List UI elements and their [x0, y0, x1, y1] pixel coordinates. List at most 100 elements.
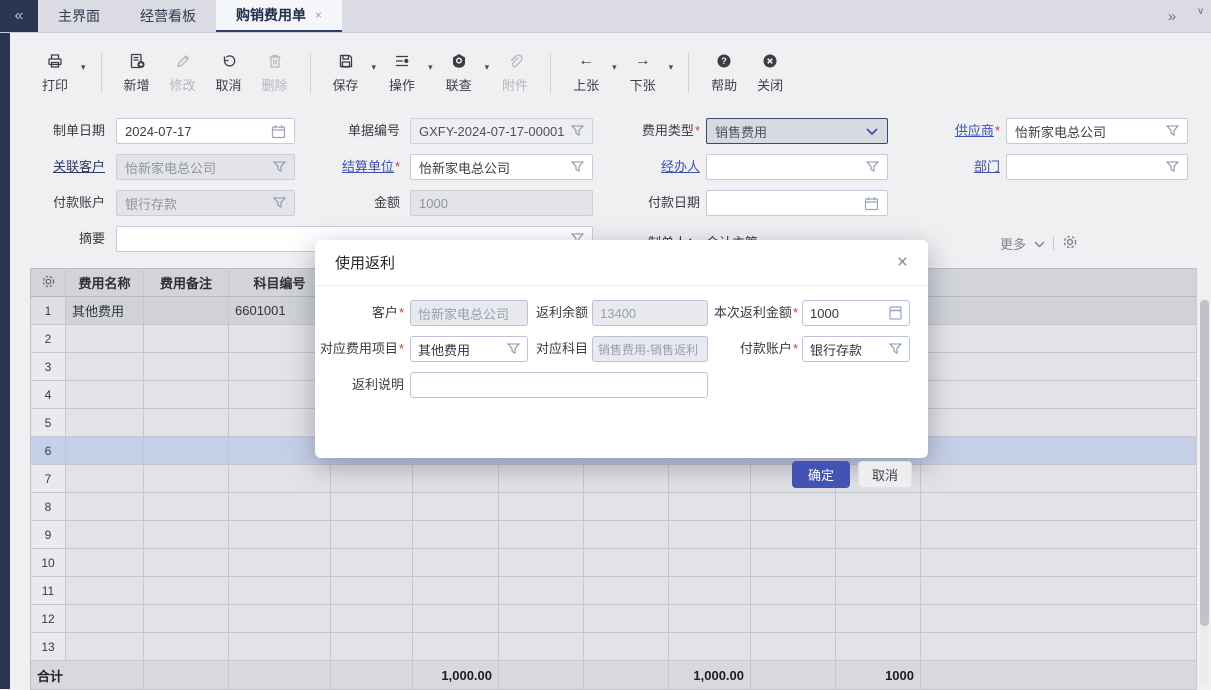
rebate-note-field[interactable]: [410, 372, 708, 398]
grid-cell[interactable]: [331, 549, 413, 577]
grid-cell[interactable]: [144, 381, 229, 409]
row-number[interactable]: 2: [31, 325, 66, 353]
ok-button[interactable]: 确定: [792, 461, 850, 488]
cancel-dialog-button[interactable]: 取消: [858, 461, 912, 488]
grid-cell[interactable]: [229, 577, 331, 605]
grid-cell[interactable]: [499, 521, 584, 549]
filter-icon[interactable]: [571, 125, 584, 137]
grid-cell[interactable]: [836, 549, 921, 577]
grid-cell[interactable]: 其他费用: [66, 297, 144, 325]
agent-field[interactable]: [706, 154, 888, 180]
grid-cell[interactable]: [413, 633, 499, 661]
filter-icon[interactable]: [507, 343, 520, 355]
grid-cell[interactable]: [751, 521, 836, 549]
grid-cell[interactable]: [66, 381, 144, 409]
more-button[interactable]: 更多: [1000, 234, 1026, 253]
department-field[interactable]: [1006, 154, 1188, 180]
supplier-field[interactable]: 怡新家电总公司: [1006, 118, 1188, 144]
calendar-icon[interactable]: [864, 196, 879, 211]
calculator-icon[interactable]: [889, 306, 902, 320]
grid-cell[interactable]: [499, 493, 584, 521]
grid-cell[interactable]: [836, 493, 921, 521]
col-expense-note[interactable]: 费用备注: [144, 269, 229, 297]
grid-cell[interactable]: [144, 297, 229, 325]
dialog-close-icon[interactable]: ×: [897, 253, 908, 272]
grid-cell[interactable]: [921, 633, 1197, 661]
grid-cell[interactable]: [584, 521, 669, 549]
grid-cell[interactable]: [921, 297, 1197, 325]
grid-cell[interactable]: [499, 465, 584, 493]
row-number[interactable]: 9: [31, 521, 66, 549]
grid-cell[interactable]: [669, 577, 751, 605]
grid-cell[interactable]: [229, 633, 331, 661]
grid-cell[interactable]: [144, 353, 229, 381]
grid-cell[interactable]: [921, 605, 1197, 633]
row-number[interactable]: 11: [31, 577, 66, 605]
grid-cell[interactable]: [751, 549, 836, 577]
grid-cell[interactable]: [921, 549, 1197, 577]
grid-cell[interactable]: [921, 381, 1197, 409]
table-row[interactable]: 9: [31, 521, 1197, 549]
row-number[interactable]: 7: [31, 465, 66, 493]
expense-item-field[interactable]: 其他费用: [410, 336, 528, 362]
grid-cell[interactable]: [66, 465, 144, 493]
grid-cell[interactable]: [66, 605, 144, 633]
grid-cell[interactable]: [144, 577, 229, 605]
grid-cell[interactable]: [66, 493, 144, 521]
table-row[interactable]: 8: [31, 493, 1197, 521]
grid-cell[interactable]: [921, 325, 1197, 353]
grid-cell[interactable]: [413, 465, 499, 493]
grid-cell[interactable]: [921, 437, 1197, 465]
grid-cell[interactable]: [66, 325, 144, 353]
vertical-scrollbar[interactable]: [1200, 298, 1209, 686]
grid-cell[interactable]: [66, 409, 144, 437]
grid-cell[interactable]: [144, 549, 229, 577]
filter-icon[interactable]: [889, 343, 902, 355]
grid-cell[interactable]: [499, 577, 584, 605]
chevron-down-icon[interactable]: [1034, 236, 1045, 251]
grid-cell[interactable]: [331, 633, 413, 661]
grid-cell[interactable]: [584, 605, 669, 633]
grid-cell[interactable]: [66, 549, 144, 577]
grid-cell[interactable]: [331, 493, 413, 521]
grid-cell[interactable]: [921, 353, 1197, 381]
grid-cell[interactable]: [144, 633, 229, 661]
grid-cell[interactable]: [144, 325, 229, 353]
grid-cell[interactable]: [584, 577, 669, 605]
row-number[interactable]: 13: [31, 633, 66, 661]
grid-cell[interactable]: [229, 493, 331, 521]
grid-cell[interactable]: [413, 521, 499, 549]
grid-cell[interactable]: [499, 549, 584, 577]
grid-cell[interactable]: [413, 549, 499, 577]
grid-cell[interactable]: [331, 605, 413, 633]
grid-cell[interactable]: [921, 521, 1197, 549]
grid-cell[interactable]: [499, 633, 584, 661]
grid-settings-gear-icon[interactable]: [31, 269, 66, 297]
grid-cell[interactable]: [229, 605, 331, 633]
settings-gear-icon[interactable]: [1062, 234, 1078, 253]
grid-cell[interactable]: [144, 465, 229, 493]
grid-cell[interactable]: [331, 577, 413, 605]
grid-cell[interactable]: [584, 633, 669, 661]
row-number[interactable]: 6: [31, 437, 66, 465]
grid-cell[interactable]: [144, 437, 229, 465]
row-number[interactable]: 3: [31, 353, 66, 381]
grid-cell[interactable]: [921, 493, 1197, 521]
grid-cell[interactable]: [144, 409, 229, 437]
row-number[interactable]: 12: [31, 605, 66, 633]
dialog-pay-account-field[interactable]: 银行存款: [802, 336, 910, 362]
grid-cell[interactable]: [836, 521, 921, 549]
grid-cell[interactable]: [836, 633, 921, 661]
grid-cell[interactable]: [66, 353, 144, 381]
row-number[interactable]: 8: [31, 493, 66, 521]
filter-icon[interactable]: [1166, 161, 1179, 173]
table-row[interactable]: 7: [31, 465, 1197, 493]
table-row[interactable]: 10: [31, 549, 1197, 577]
grid-cell[interactable]: [331, 465, 413, 493]
grid-cell[interactable]: [413, 493, 499, 521]
grid-cell[interactable]: [229, 521, 331, 549]
scrollbar-thumb[interactable]: [1200, 300, 1209, 626]
grid-cell[interactable]: [751, 605, 836, 633]
grid-cell[interactable]: [921, 465, 1197, 493]
grid-cell[interactable]: [66, 633, 144, 661]
